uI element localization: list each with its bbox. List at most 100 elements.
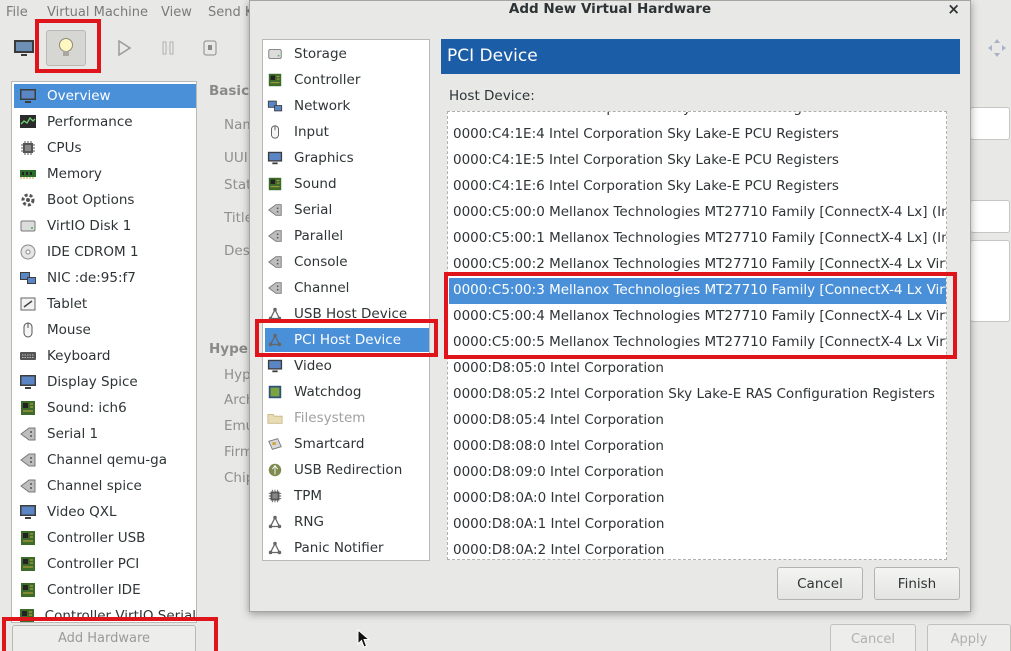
hardware-type-parallel[interactable]: Parallel	[265, 224, 429, 248]
sidebar-item-overview[interactable]: Overview	[14, 84, 196, 108]
fullscreen-button[interactable]	[977, 30, 1011, 66]
host-device-row[interactable]: 0000:C5:00:1 Mellanox Technologies MT277…	[449, 226, 946, 252]
host-device-row[interactable]: 0000:D8:05:4 Intel Corporation	[449, 408, 946, 434]
sidebar-item-memory[interactable]: Memory	[14, 162, 196, 186]
run-button[interactable]	[104, 30, 144, 66]
host-device-row[interactable]: 0000:C4:1E:4 Intel Corporation Sky Lake-…	[449, 122, 946, 148]
host-device-row[interactable]: 0000:D8:05:2 Intel Corporation Sky Lake-…	[449, 382, 946, 408]
menu-send-key[interactable]: Send K	[208, 5, 253, 20]
hardware-type-label: USB Redirection	[294, 462, 403, 478]
sidebar-item-controller-pci[interactable]: Controller PCI	[14, 552, 196, 576]
controller-icon	[17, 554, 39, 574]
cdrom-icon	[17, 242, 39, 262]
hardware-type-sound[interactable]: Sound	[265, 172, 429, 196]
title-field[interactable]	[970, 200, 1010, 233]
host-device-row[interactable]: 0000:C4:1E:3 Intel Corporation Sky Lake-…	[449, 112, 946, 122]
background-cancel-button[interactable]: Cancel	[830, 624, 916, 651]
host-device-row[interactable]: 0000:C4:1E:6 Intel Corporation Sky Lake-…	[449, 174, 946, 200]
sidebar-item-label: Keyboard	[47, 348, 111, 364]
description-field[interactable]	[970, 240, 1010, 322]
sidebar-item-channel-qemu-ga[interactable]: Channel qemu-ga	[14, 448, 196, 472]
host-device-row[interactable]: 0000:D8:0A:0 Intel Corporation	[449, 486, 946, 512]
hardware-type-console[interactable]: Console	[265, 250, 429, 274]
hardware-list[interactable]: Overview Performance CPUs Memory Boot Option…	[11, 81, 197, 623]
sidebar-item-cpus[interactable]: CPUs	[14, 136, 196, 160]
tpm-icon	[266, 487, 284, 505]
hardware-type-watchdog[interactable]: Watchdog	[265, 380, 429, 404]
host-device-row[interactable]: 0000:C4:1E:5 Intel Corporation Sky Lake-…	[449, 148, 946, 174]
hardware-type-graphics[interactable]: Graphics	[265, 146, 429, 170]
sidebar-item-display-spice[interactable]: Display Spice	[14, 370, 196, 394]
hardware-type-usb-redirection[interactable]: USB Redirection	[265, 458, 429, 482]
channel-icon	[17, 450, 39, 470]
hardware-type-label: Watchdog	[294, 384, 362, 400]
finish-button[interactable]: Finish	[874, 567, 960, 600]
sidebar-item-label: VirtIO Disk 1	[47, 218, 132, 234]
hardware-type-channel[interactable]: Channel	[265, 276, 429, 300]
hardware-type-smartcard[interactable]: Smartcard	[265, 432, 429, 456]
sidebar-item-boot-options[interactable]: Boot Options	[14, 188, 196, 212]
parallel-icon	[266, 227, 284, 245]
sidebar-item-label: Sound: ich6	[47, 400, 127, 416]
cpu-icon	[17, 138, 39, 158]
sidebar-item-controller-ide[interactable]: Controller IDE	[14, 578, 196, 602]
shutdown-button[interactable]	[190, 30, 230, 66]
hardware-type-label: Panic Notifier	[294, 540, 384, 556]
close-icon[interactable]: ×	[947, 0, 960, 18]
hardware-type-serial[interactable]: Serial	[265, 198, 429, 222]
sidebar-item-video-qxl[interactable]: Video QXL	[14, 500, 196, 524]
controller-icon	[17, 528, 39, 548]
controller-icon	[17, 580, 39, 600]
sidebar-item-tablet[interactable]: Tablet	[14, 292, 196, 316]
hardware-type-controller[interactable]: Controller	[265, 68, 429, 92]
sidebar-item-label: Display Spice	[47, 374, 138, 390]
hardware-type-network[interactable]: Network	[265, 94, 429, 118]
sidebar-item-channel-spice[interactable]: Channel spice	[14, 474, 196, 498]
host-device-row[interactable]: 0000:C5:00:0 Mellanox Technologies MT277…	[449, 200, 946, 226]
menu-file[interactable]: File	[6, 5, 28, 20]
sidebar-item-ide-cdrom-1[interactable]: IDE CDROM 1	[14, 240, 196, 264]
sidebar-item-label: Mouse	[47, 322, 91, 338]
hardware-type-label: RNG	[294, 514, 324, 530]
smartcard-icon	[266, 435, 284, 453]
sidebar-item-nic-de-95-f7[interactable]: NIC :de:95:f7	[14, 266, 196, 290]
pause-icon	[162, 41, 174, 55]
hardware-type-tpm[interactable]: TPM	[265, 484, 429, 508]
sidebar-item-controller-usb[interactable]: Controller USB	[14, 526, 196, 550]
sidebar-item-mouse[interactable]: Mouse	[14, 318, 196, 342]
status-label: Stat	[224, 177, 252, 193]
sidebar-item-sound-ich6[interactable]: Sound: ich6	[14, 396, 196, 420]
cancel-button[interactable]: Cancel	[777, 567, 863, 600]
host-device-row[interactable]: 0000:D8:08:0 Intel Corporation	[449, 434, 946, 460]
storage-icon	[266, 45, 284, 63]
host-device-row[interactable]: 0000:D8:0A:1 Intel Corporation	[449, 512, 946, 538]
hardware-type-video[interactable]: Video	[265, 354, 429, 378]
hardware-type-label: TPM	[294, 488, 323, 504]
hardware-type-filesystem: Filesystem	[265, 406, 429, 430]
hardware-type-label: Channel	[294, 280, 350, 296]
serial-icon	[266, 201, 284, 219]
hardware-type-label: Filesystem	[294, 410, 366, 426]
host-device-row[interactable]: 0000:D8:0A:2 Intel Corporation	[449, 538, 946, 559]
host-device-row[interactable]: 0000:D8:05:0 Intel Corporation	[449, 356, 946, 382]
sidebar-item-label: Tablet	[47, 296, 88, 312]
usb-redirection-icon	[266, 461, 284, 479]
panic-notifier-icon	[266, 539, 284, 557]
apply-button[interactable]: Apply	[927, 624, 1011, 651]
sidebar-item-virtio-disk-1[interactable]: VirtIO Disk 1	[14, 214, 196, 238]
hardware-type-input[interactable]: Input	[265, 120, 429, 144]
host-device-row[interactable]: 0000:D8:09:0 Intel Corporation	[449, 460, 946, 486]
sidebar-item-serial-1[interactable]: Serial 1	[14, 422, 196, 446]
sidebar-item-keyboard[interactable]: Keyboard	[14, 344, 196, 368]
hardware-type-label: Smartcard	[294, 436, 365, 452]
menu-virtual-machine[interactable]: Virtual Machine	[47, 5, 148, 20]
sidebar-item-performance[interactable]: Performance	[14, 110, 196, 134]
menu-view[interactable]: View	[161, 5, 192, 20]
name-field[interactable]	[970, 107, 1010, 140]
hardware-type-storage[interactable]: Storage	[265, 42, 429, 66]
hardware-type-rng[interactable]: RNG	[265, 510, 429, 534]
hardware-type-list[interactable]: Storage Controller Network Input Graphics Sou…	[262, 39, 430, 561]
hardware-type-panic-notifier[interactable]: Panic Notifier	[265, 536, 429, 560]
pause-button[interactable]	[148, 30, 188, 66]
stop-icon	[203, 40, 217, 56]
